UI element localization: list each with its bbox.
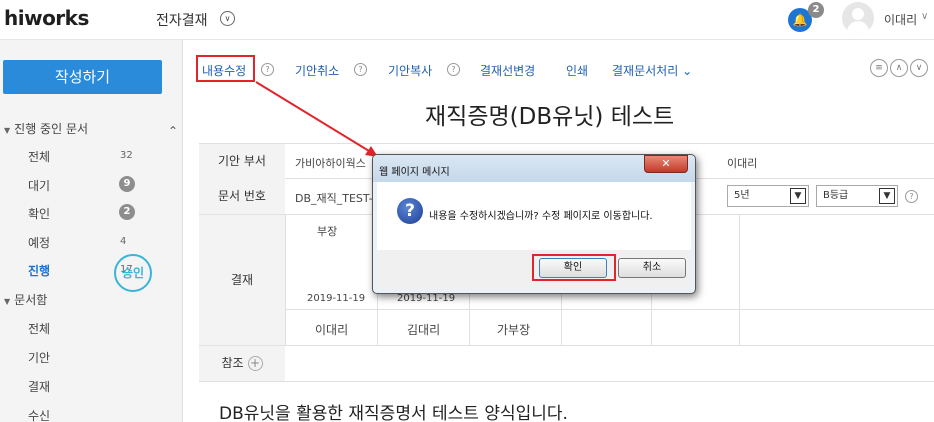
dialog-titlebar[interactable]: 웹 페이지 메시지 ✕: [373, 155, 695, 182]
question-icon: ?: [397, 198, 423, 224]
highlight-box: [532, 254, 616, 281]
close-icon[interactable]: ✕: [644, 155, 688, 173]
cancel-button[interactable]: 취소: [618, 258, 686, 278]
dialog-message: 내용을 수정하시겠습니까? 수정 페이지로 이동합니다.: [429, 211, 653, 222]
dialog-title: 웹 페이지 메시지: [379, 167, 450, 178]
